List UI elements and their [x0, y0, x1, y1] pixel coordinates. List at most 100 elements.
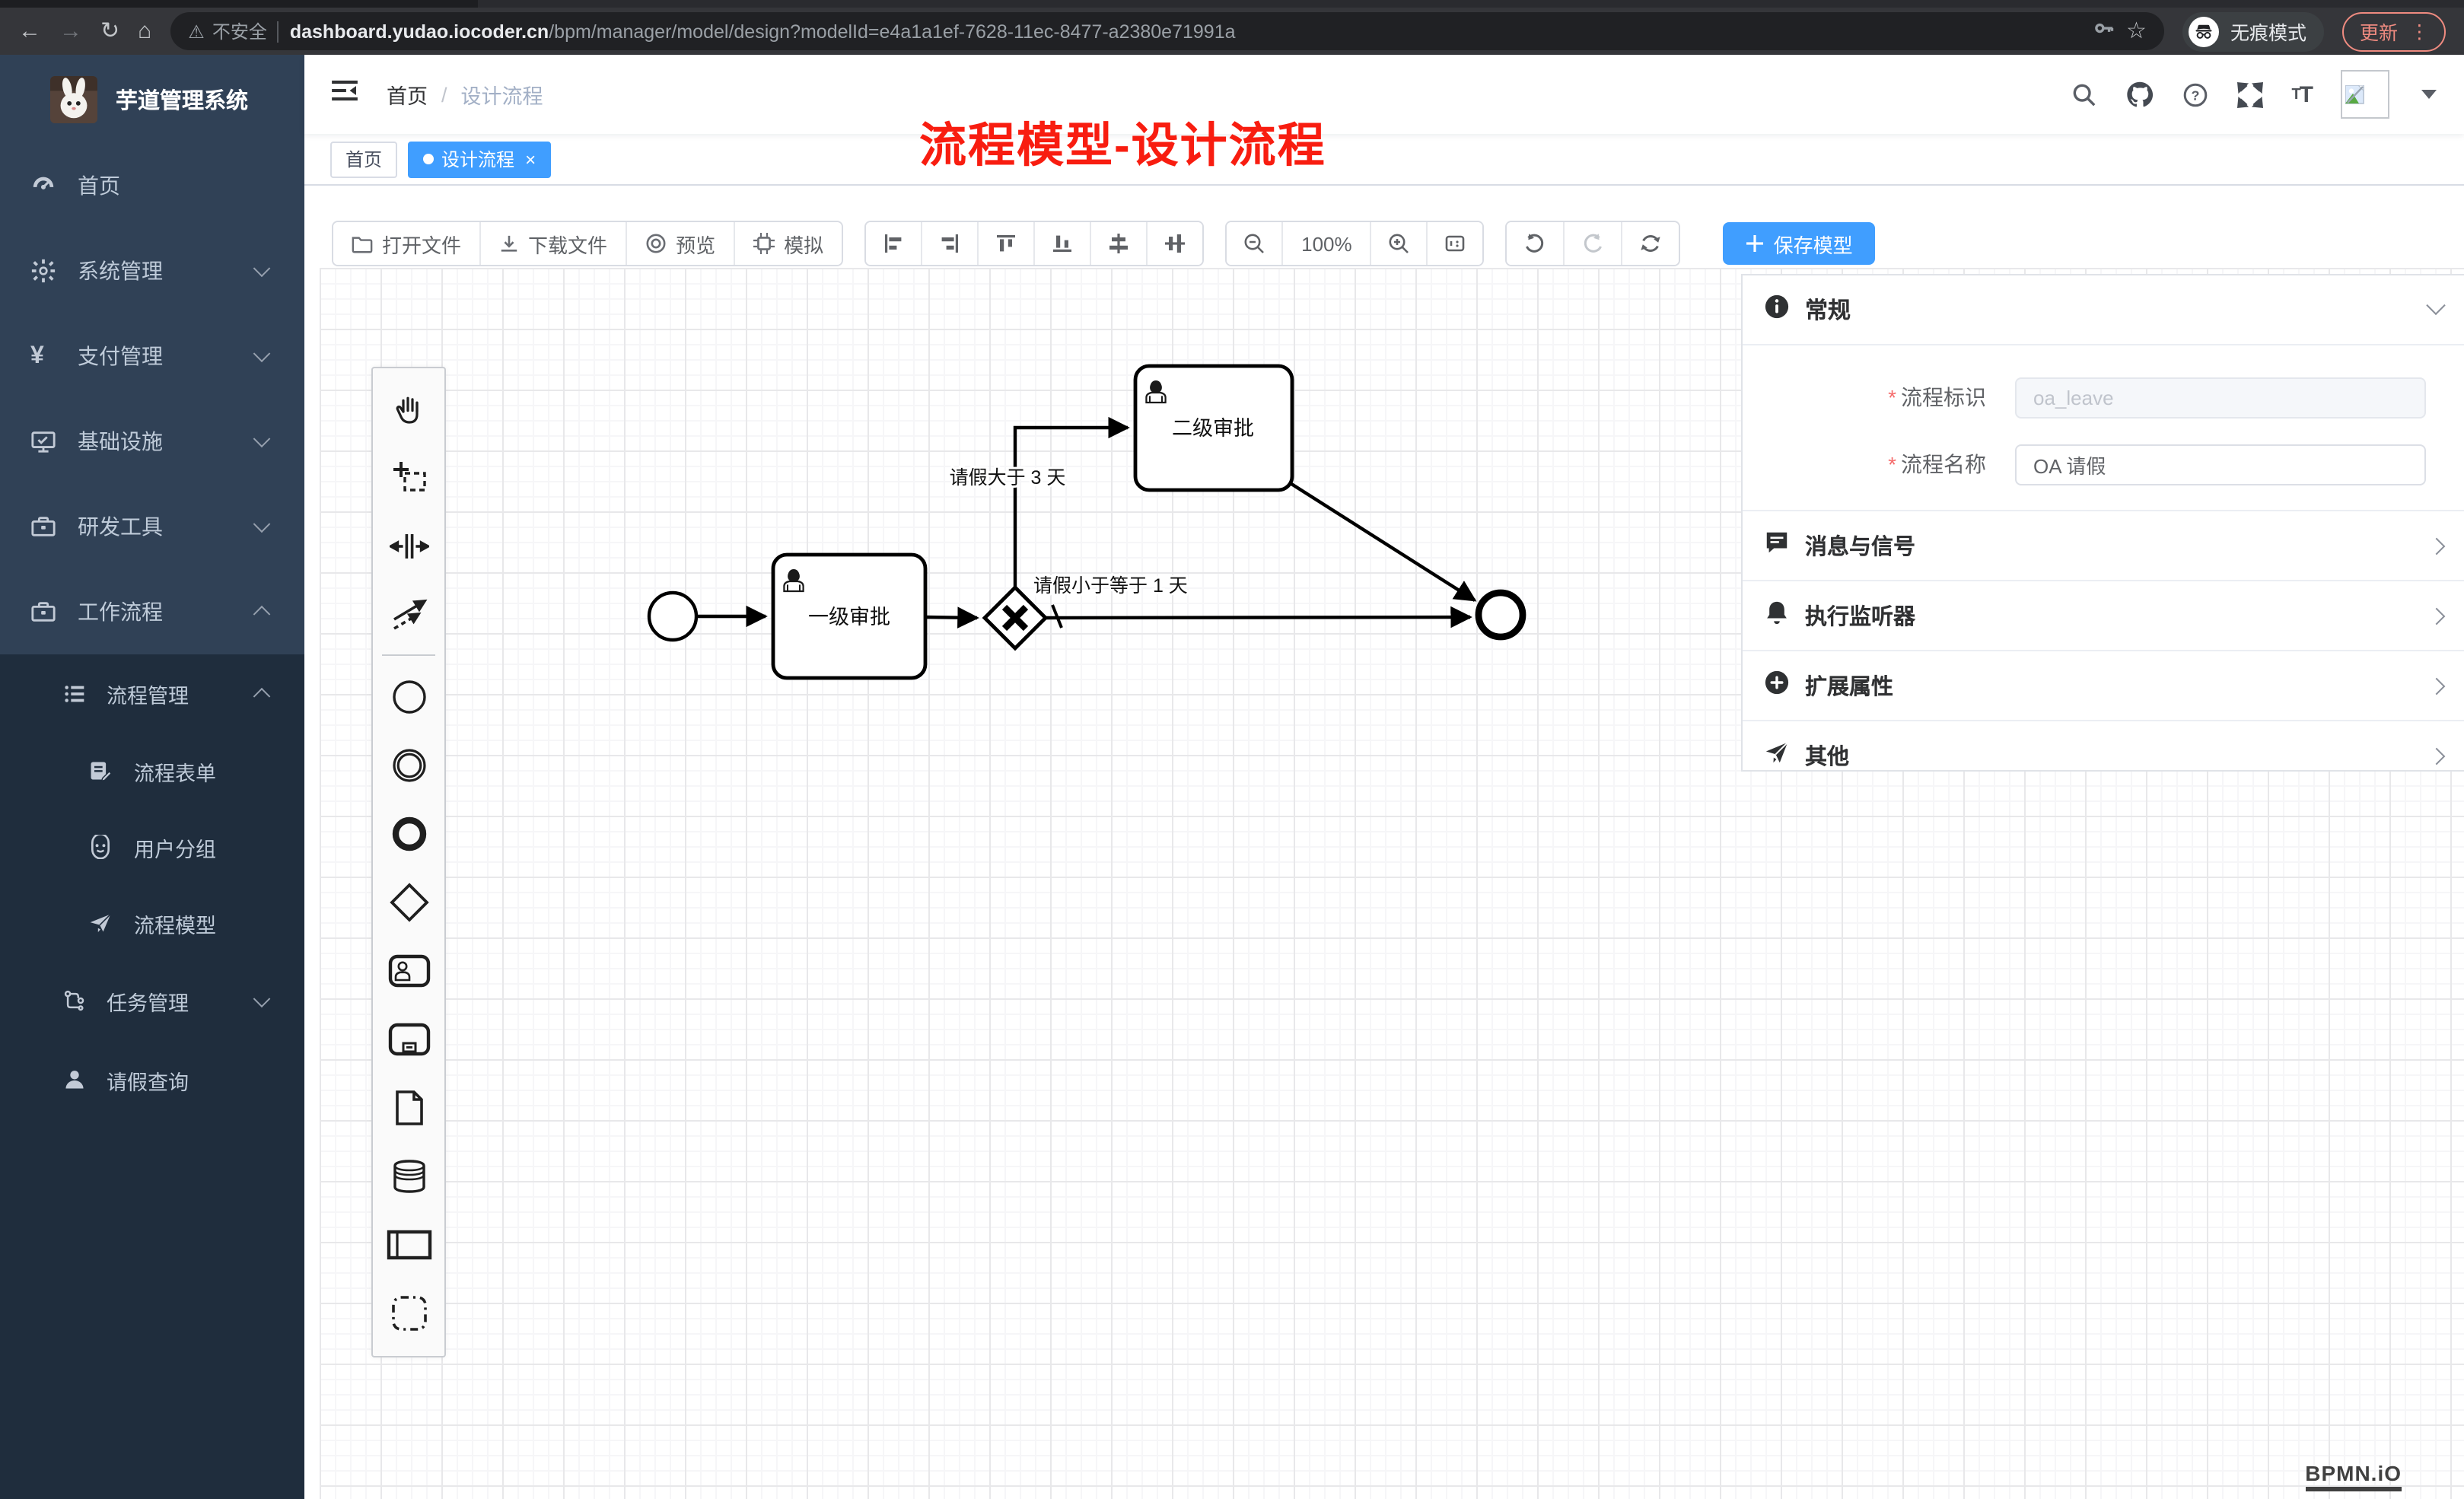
chevron-down-icon: [253, 430, 271, 447]
panel-section-messages[interactable]: 消息与信号: [1743, 511, 2464, 581]
task-second-approval[interactable]: 二级审批: [1135, 366, 1292, 490]
create-start-event[interactable]: [373, 662, 444, 730]
preview-button[interactable]: 预览: [627, 222, 735, 265]
list-icon: [62, 681, 88, 707]
create-data-object[interactable]: [373, 1073, 444, 1141]
form-icon: [88, 759, 114, 785]
sidebar-item-process-model[interactable]: 流程模型: [0, 886, 304, 962]
flow-gateway-to-task2[interactable]: [1015, 428, 1128, 587]
process-key-input[interactable]: [2015, 377, 2426, 418]
chevron-up-icon: [253, 688, 271, 705]
chevron-down-icon: [253, 345, 271, 362]
sidebar-item-task-management[interactable]: 任务管理: [0, 962, 304, 1041]
sidebar-item-label: 流程管理: [107, 679, 189, 709]
incognito-label: 无痕模式: [2230, 17, 2306, 46]
align-bottom-button[interactable]: [1035, 222, 1091, 265]
sidebar-item-home[interactable]: 首页: [0, 143, 304, 228]
end-event[interactable]: [1479, 593, 1523, 637]
briefcase-icon: [30, 599, 56, 625]
create-gateway[interactable]: [373, 867, 444, 936]
align-left-button[interactable]: [866, 222, 922, 265]
bookmark-star-icon[interactable]: ☆: [2126, 20, 2147, 43]
create-data-store[interactable]: [373, 1141, 444, 1210]
redo-button[interactable]: [1565, 222, 1623, 265]
address-bar[interactable]: ⚠ 不安全 dashboard.yudao.iocoder.cn/bpm/man…: [170, 12, 2165, 50]
open-file-button[interactable]: 打开文件: [333, 222, 481, 265]
start-event[interactable]: [649, 593, 696, 640]
sidebar-item-user-group[interactable]: 用户分组: [0, 810, 304, 886]
align-right-button[interactable]: [922, 222, 979, 265]
align-top-button[interactable]: [979, 222, 1035, 265]
global-connect-tool[interactable]: [373, 580, 444, 648]
simulate-button[interactable]: 模拟: [735, 222, 842, 265]
back-icon[interactable]: ←: [18, 20, 41, 43]
sidebar-item-workflow[interactable]: 工作流程: [0, 569, 304, 654]
download-file-button[interactable]: 下载文件: [481, 222, 627, 265]
chevron-right-icon: [2428, 677, 2446, 695]
button-label: 打开文件: [382, 229, 461, 258]
bpmnio-watermark[interactable]: BPMN.iO: [2305, 1461, 2402, 1491]
save-model-button[interactable]: 保存模型: [1724, 222, 1876, 265]
close-icon[interactable]: ×: [525, 148, 536, 170]
help-icon[interactable]: ?: [2182, 81, 2208, 107]
lasso-tool[interactable]: [373, 443, 444, 511]
security-status[interactable]: ⚠ 不安全: [188, 18, 267, 44]
zoom-in-button[interactable]: [1372, 222, 1428, 265]
incognito-icon: [2189, 16, 2220, 46]
sidebar-item-payment[interactable]: ¥ 支付管理: [0, 313, 304, 399]
url-text[interactable]: dashboard.yudao.iocoder.cn/bpm/manager/m…: [290, 21, 1236, 42]
process-name-input[interactable]: [2015, 444, 2426, 485]
flow-task1-to-gateway[interactable]: [925, 617, 977, 618]
flow-label-gt3[interactable]: 请假大于 3 天: [950, 467, 1066, 489]
reload-icon[interactable]: ↻: [100, 20, 119, 43]
font-size-icon[interactable]: TT: [2291, 81, 2312, 107]
hand-tool[interactable]: [373, 374, 444, 443]
fullscreen-icon[interactable]: [2236, 81, 2262, 107]
sidebar-item-leave-query[interactable]: 请假查询: [0, 1041, 304, 1120]
create-intermediate-event[interactable]: [373, 730, 444, 799]
task-first-approval[interactable]: 一级审批: [773, 555, 925, 678]
sidebar-item-process-form[interactable]: 流程表单: [0, 734, 304, 810]
panel-section-other[interactable]: 其他: [1743, 721, 2464, 790]
flow-label-le1[interactable]: 请假小于等于 1 天: [1033, 575, 1188, 597]
sidebar-item-label: 任务管理: [107, 986, 189, 1017]
align-middle-button[interactable]: [1091, 222, 1148, 265]
panel-section-listeners[interactable]: 执行监听器: [1743, 581, 2464, 651]
sidebar-item-process-management[interactable]: 流程管理: [0, 654, 304, 734]
tab-home[interactable]: 首页: [330, 141, 397, 177]
tab-design-process[interactable]: 设计流程 ×: [408, 141, 551, 177]
github-icon[interactable]: [2125, 81, 2153, 108]
create-end-event[interactable]: [373, 799, 444, 867]
create-group[interactable]: [373, 1278, 444, 1347]
sidebar-item-infrastructure[interactable]: 基础设施: [0, 399, 304, 484]
breadcrumb-home[interactable]: 首页: [387, 79, 428, 110]
create-participant[interactable]: [373, 1210, 444, 1278]
panel-section-extended-attrs[interactable]: 扩展属性: [1743, 651, 2464, 721]
panel-general-header[interactable]: 常规: [1743, 275, 2464, 345]
exclusive-gateway[interactable]: [985, 587, 1046, 648]
key-icon[interactable]: [2093, 16, 2115, 46]
align-center-button[interactable]: [1148, 222, 1202, 265]
forward-icon[interactable]: →: [59, 20, 82, 43]
sidebar-collapse-icon[interactable]: [332, 79, 358, 110]
restart-button[interactable]: [1623, 222, 1679, 265]
app-title: 芋道管理系统: [116, 83, 248, 115]
avatar[interactable]: [2341, 70, 2389, 119]
create-subprocess[interactable]: [373, 1004, 444, 1073]
flow-task2-to-end[interactable]: [1289, 482, 1475, 600]
browser-update-button[interactable]: 更新 ⋮: [2343, 11, 2446, 51]
home-icon[interactable]: ⌂: [138, 20, 151, 43]
sidebar-item-label: 支付管理: [78, 341, 163, 371]
search-icon[interactable]: [2071, 81, 2096, 107]
undo-button[interactable]: [1507, 222, 1565, 265]
zoom-reset-button[interactable]: [1428, 222, 1483, 265]
zoom-out-button[interactable]: [1227, 222, 1283, 265]
sidebar-item-devtools[interactable]: 研发工具: [0, 484, 304, 569]
create-user-task[interactable]: [373, 936, 444, 1004]
sidebar-item-system[interactable]: 系统管理: [0, 228, 304, 313]
space-tool[interactable]: [373, 511, 444, 580]
browser-menu-dots-icon[interactable]: ⋮: [2410, 20, 2429, 43]
avatar-caret-icon[interactable]: [2421, 90, 2437, 99]
flow-gateway-to-end[interactable]: [1046, 617, 1470, 618]
browser-active-tab[interactable]: [0, 0, 478, 8]
